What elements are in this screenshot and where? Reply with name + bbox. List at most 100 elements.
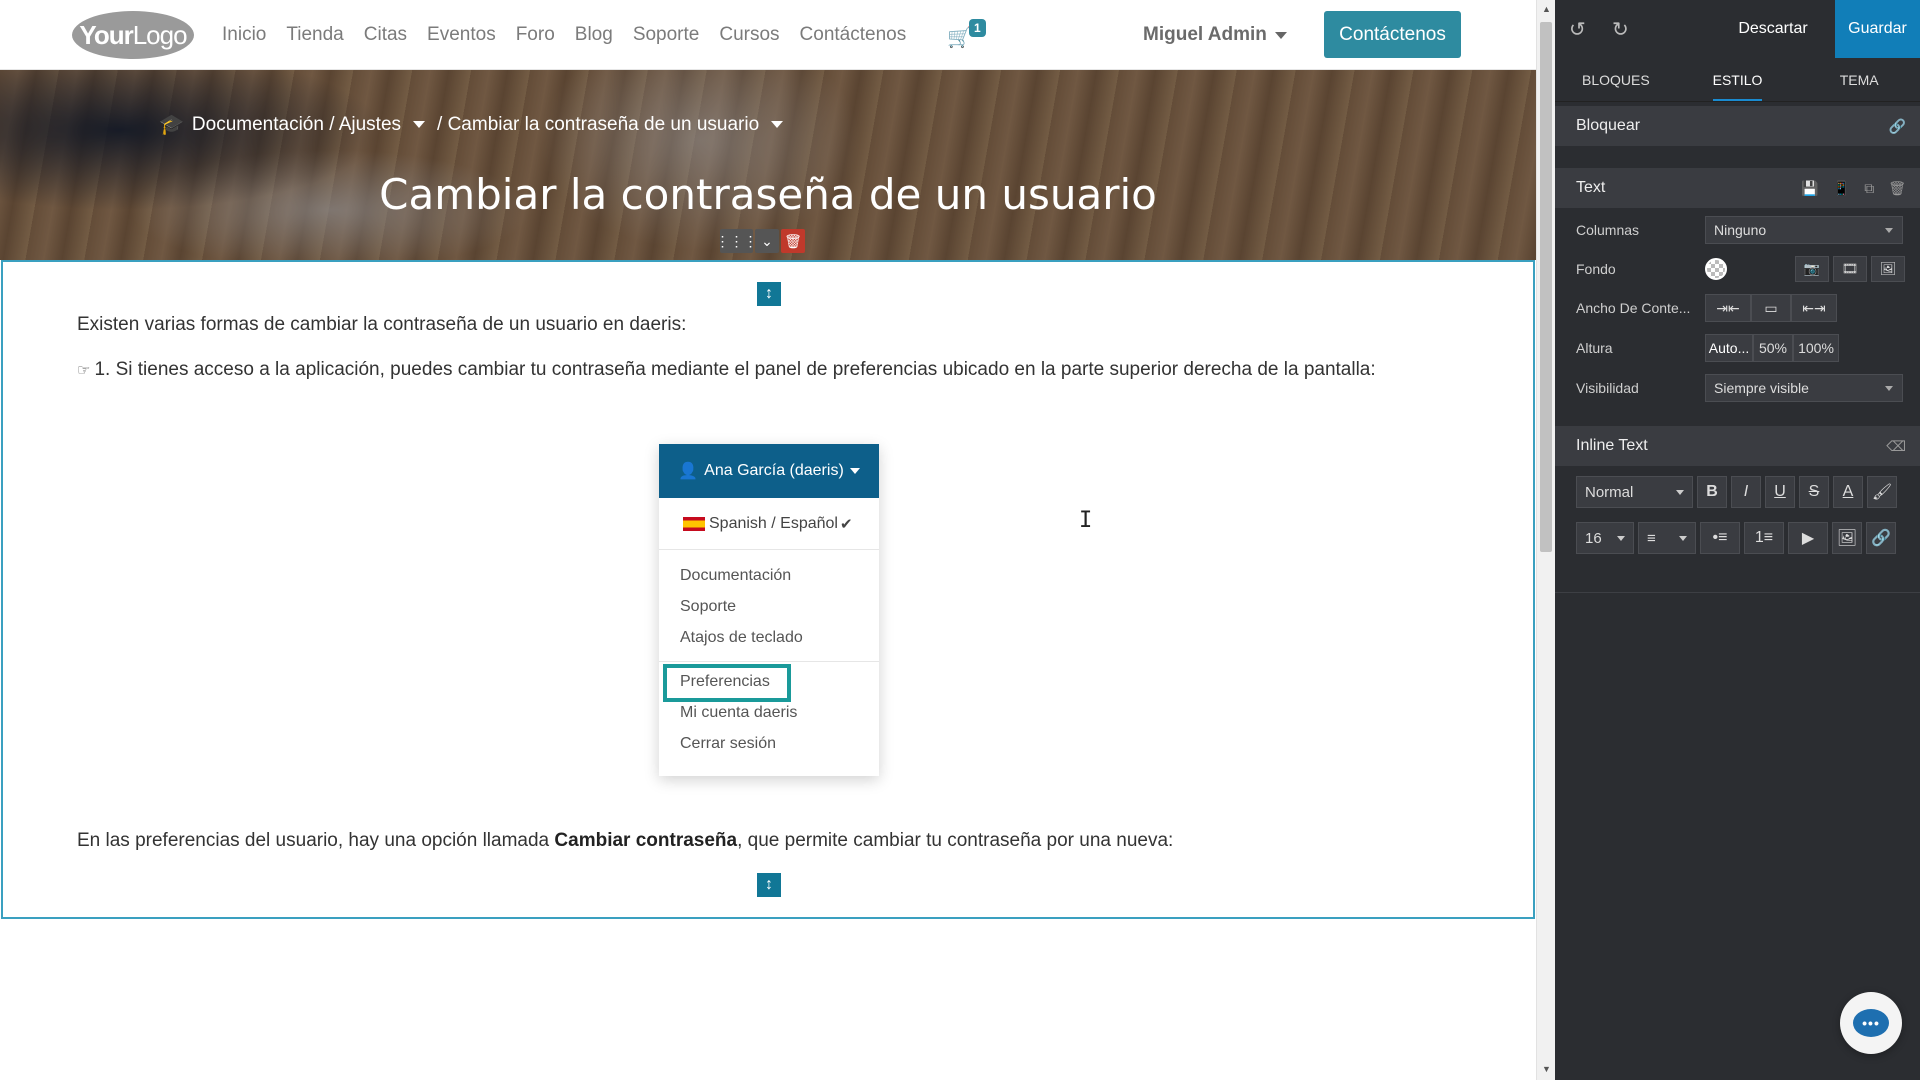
height-100-button[interactable]: 100% [1793,334,1839,362]
scroll-up-arrow-icon[interactable]: ▲ [1542,4,1551,14]
tab-estilo[interactable]: ESTILO [1677,58,1799,101]
mobile-icon[interactable]: 📱 [1833,180,1850,197]
logo[interactable]: YourLogo [72,11,194,59]
scroll-down-arrow-icon[interactable]: ▼ [1542,1064,1551,1074]
illus-menu-item: Soporte [680,597,737,615]
user-menu-toggle[interactable]: Miguel Admin [1143,0,1287,70]
align-center-icon: ≡ [1647,529,1656,547]
nav-link-soporte[interactable]: Soporte [633,24,700,46]
contact-button[interactable]: Contáctenos [1324,11,1461,58]
nav-link-inicio[interactable]: Inicio [222,24,266,46]
paragraph-preferences[interactable]: En las preferencias del usuario, hay una… [77,830,1173,852]
format-toolbar-row-1: Normal B I U S A 🖌 [1576,476,1897,508]
prop-content-width: Ancho De Conte... ⇥⇤ ▭ ⇤⇥ [1576,294,1906,322]
illus-menu-item-preferences: Preferencias [659,664,879,702]
prop-visibility-label: Visibilidad [1576,380,1639,396]
hand-pointer-icon: ☞ [77,362,91,379]
illus-menu-item: Atajos de teclado [680,628,803,646]
prop-background-label: Fondo [1576,261,1616,277]
height-options: Auto... 50% 100% [1705,334,1839,362]
bullet-list-icon[interactable]: •≡ [1700,522,1740,554]
breadcrumb-current-chevron-icon[interactable] [771,121,784,128]
content-width-options: ⇥⇤ ▭ ⇤⇥ [1705,294,1837,322]
nav-link-tienda[interactable]: Tienda [286,24,343,46]
image-icon[interactable]: 🖼 [1871,256,1905,282]
columns-select[interactable]: Ninguno [1705,216,1903,244]
numbered-list-icon[interactable]: 1≡ [1744,522,1784,554]
illus-menu-item: Documentación [680,566,792,584]
eraser-icon[interactable]: ⌫ [1886,438,1906,455]
page-title[interactable]: Cambiar la contraseña de un usuario [0,170,1536,219]
style-select[interactable]: Normal [1576,476,1693,508]
user-menu-screenshot[interactable]: 👤 Ana García (daeris) Spanish / Español … [659,444,879,776]
breadcrumb-current[interactable]: / Cambiar la contraseña de un usuario [437,114,759,136]
width-regular-icon[interactable]: ▭ [1751,294,1791,322]
chevron-down-icon [849,468,860,474]
columns-select-value: Ninguno [1714,222,1767,238]
page-scrollbar[interactable]: ▲ ▼ [1536,0,1555,1080]
chevron-down-icon[interactable]: ⌄ [755,229,779,253]
text-block-selected[interactable]: ↕ Existen varias formas de cambiar la co… [1,260,1535,919]
illus-user-label: Ana García (daeris) [704,462,844,479]
trash-icon[interactable]: 🗑 [781,229,805,253]
editor-topbar: ↺ ↻ Descartar Guardar [1555,0,1920,58]
play-icon[interactable]: ▶ [1788,522,1828,554]
nav-link-eventos[interactable]: Eventos [427,24,496,46]
link-icon[interactable]: 🔗 [1866,522,1896,554]
visibility-select-value: Siempre visible [1714,380,1809,396]
save-button[interactable]: Guardar [1835,0,1920,58]
undo-icon[interactable]: ↺ [1569,17,1586,42]
width-full-icon[interactable]: ⇤⇥ [1791,294,1837,322]
editor-divider [1555,592,1920,593]
visibility-select[interactable]: Siempre visible [1705,374,1903,402]
breadcrumb-parent-chevron-icon[interactable] [413,121,426,128]
bold-icon[interactable]: B [1697,476,1727,508]
hero-banner: 🎓 Documentación / Ajustes / Cambiar la c… [0,70,1536,260]
breadcrumb-parent[interactable]: Documentación / Ajustes [192,114,401,136]
film-icon[interactable]: 🎞 [1833,256,1867,282]
breadcrumb: 🎓 Documentación / Ajustes / Cambiar la c… [159,112,787,137]
width-small-icon[interactable]: ⇥⇤ [1705,294,1751,322]
color-picker-swatch[interactable] [1705,258,1727,280]
nav-link-cursos[interactable]: Cursos [719,24,779,46]
cart-link[interactable]: 🛒 1 [947,19,987,51]
resize-handle-top-icon[interactable]: ↕ [757,282,781,306]
prop-background: Fondo 📷 🎞 🖼 [1576,255,1906,283]
illus-user-header: 👤 Ana García (daeris) [659,444,879,498]
tab-tema[interactable]: TEMA [1798,58,1920,101]
paragraph-intro[interactable]: Existen varias formas de cambiar la cont… [77,314,686,336]
prop-height-label: Altura [1576,340,1613,356]
duplicate-icon[interactable]: ⧉ [1864,180,1874,197]
tab-bloques[interactable]: BLOQUES [1555,58,1677,101]
trash-icon[interactable]: 🗑 [1888,180,1906,197]
camera-icon[interactable]: 📷 [1795,256,1829,282]
paragraph-step-1[interactable]: ☞ 1. Si tienes acceso a la aplicación, pu… [77,359,1376,381]
nav-link-citas[interactable]: Citas [364,24,407,46]
link-icon[interactable]: 🔗 [1889,118,1906,135]
italic-icon[interactable]: I [1731,476,1761,508]
drag-handle-icon[interactable]: ⋮⋮⋮ [716,229,758,253]
nav-link-contactenos[interactable]: Contáctenos [800,24,907,46]
font-size-value: 16 [1585,529,1602,547]
resize-handle-bottom-icon[interactable]: ↕ [757,873,781,897]
file-image-icon[interactable]: 🖼 [1832,522,1862,554]
redo-icon[interactable]: ↻ [1612,17,1629,42]
text-cursor-icon: I [1079,508,1093,533]
section-block-title: Bloquear [1576,117,1641,134]
save-snippet-icon[interactable]: 💾 [1801,180,1818,197]
height-50-button[interactable]: 50% [1753,334,1793,362]
nav-link-foro[interactable]: Foro [516,24,555,46]
discard-button[interactable]: Descartar [1730,0,1816,58]
section-block-actions: 🔗 [1889,118,1906,135]
editor-tabs: BLOQUES ESTILO TEMA [1555,58,1920,102]
scroll-thumb[interactable] [1540,22,1552,552]
underline-icon[interactable]: U [1765,476,1795,508]
paintbrush-icon[interactable]: 🖌 [1867,476,1897,508]
nav-link-blog[interactable]: Blog [575,24,613,46]
font-size-select[interactable]: 16 [1576,522,1634,554]
strikethrough-icon[interactable]: S [1799,476,1829,508]
height-auto-button[interactable]: Auto... [1705,334,1753,362]
live-chat-button[interactable]: ••• [1840,992,1902,1054]
font-color-icon[interactable]: A [1833,476,1863,508]
align-select[interactable]: ≡ [1638,522,1696,554]
